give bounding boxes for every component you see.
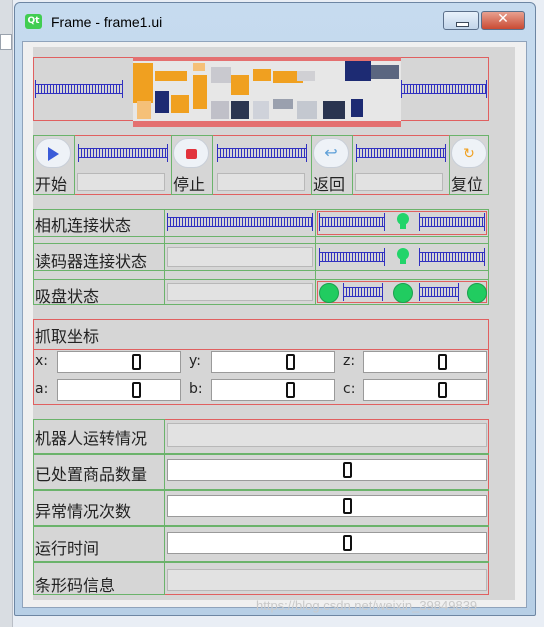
reader-status-label: 读码器连接状态 [35, 252, 148, 271]
play-icon [47, 146, 59, 161]
start-label: 开始 [35, 175, 68, 194]
camera-indicator-right-spacer [419, 213, 485, 231]
reader-indicator-left-spacer [319, 248, 385, 266]
info-row-divider-1 [33, 453, 489, 455]
runtime-display [167, 532, 487, 554]
suction-status-label: 吸盘状态 [35, 287, 100, 306]
reader-status-field [167, 247, 313, 267]
form-panel: ↩ ↻ 开始 停止 返回 复位 相机连接状态 读码器连接状态 吸盘状态 抓取坐标… [33, 47, 515, 600]
start-button[interactable] [35, 138, 71, 168]
error-count-label: 异常情况次数 [35, 502, 132, 521]
reset-icon: ↻ [463, 146, 475, 162]
runtime-label: 运行时间 [35, 539, 100, 558]
suction-led-1-icon [319, 283, 339, 303]
info-row-divider-4 [33, 561, 489, 563]
back-button[interactable]: ↩ [313, 138, 349, 168]
processed-count-display [167, 459, 487, 481]
coord-x-display [57, 351, 181, 373]
reader-indicator-right-spacer [419, 248, 485, 266]
main-window: Qt Frame - frame1.ui ✕ ↩ ↻ 开始 停止 返回 复位 相… [14, 2, 536, 616]
camera-status-spacer [167, 213, 313, 231]
barcode-field [167, 569, 487, 591]
back-status-field [355, 173, 443, 191]
window-title: Frame - frame1.ui [51, 14, 163, 30]
close-icon: ✕ [497, 11, 509, 27]
camera-indicator-left-spacer [319, 213, 385, 231]
robot-status-label: 机器人运转情况 [35, 429, 148, 448]
coord-c-display [363, 379, 487, 401]
suction-led-2-icon [393, 283, 413, 303]
header-image [133, 57, 401, 127]
header-left-spacer [35, 80, 123, 98]
start-stop-spacer [78, 144, 168, 162]
back-label: 返回 [313, 175, 346, 194]
suction-spacer-2 [419, 283, 459, 301]
coord-x-label: x: [35, 353, 49, 369]
suction-status-field [167, 283, 313, 301]
reset-button[interactable]: ↻ [451, 138, 487, 168]
info-row-divider-2 [33, 489, 489, 491]
stop-back-spacer [217, 144, 307, 162]
robot-status-field [167, 423, 487, 447]
coord-y-label: y: [189, 353, 201, 369]
coord-a-label: a: [35, 381, 49, 397]
client-area: ↩ ↻ 开始 停止 返回 复位 相机连接状态 读码器连接状态 吸盘状态 抓取坐标… [22, 41, 527, 608]
title-bar[interactable]: Qt Frame - frame1.ui ✕ [15, 3, 535, 41]
watermark: https://blog.csdn.net/weixin_39849839 [256, 598, 478, 613]
qt-logo-icon: Qt [25, 14, 42, 29]
camera-status-label: 相机连接状态 [35, 216, 132, 235]
start-status-field [77, 173, 165, 191]
coord-z-display [363, 351, 487, 373]
background-checkbox [0, 34, 12, 50]
stop-button[interactable] [173, 138, 209, 168]
close-button[interactable]: ✕ [481, 11, 525, 30]
camera-status-bulb-icon [395, 213, 411, 231]
coord-y-display [211, 351, 335, 373]
suction-spacer-1 [343, 283, 383, 301]
coord-c-label: c: [343, 381, 356, 397]
back-reset-spacer [356, 144, 446, 162]
reset-label: 复位 [451, 175, 484, 194]
coord-b-label: b: [189, 381, 203, 397]
background-window-strip [0, 0, 13, 627]
coords-title: 抓取坐标 [35, 327, 100, 346]
error-count-display [167, 495, 487, 517]
coord-z-label: z: [343, 353, 356, 369]
stop-label: 停止 [173, 175, 206, 194]
back-arrow-icon: ↩ [324, 143, 338, 162]
stop-status-field [217, 173, 305, 191]
suction-led-3-icon [467, 283, 487, 303]
minimize-button[interactable] [443, 11, 479, 30]
header-right-spacer [401, 80, 487, 98]
barcode-label: 条形码信息 [35, 576, 116, 595]
stop-icon [185, 148, 197, 159]
coord-a-display [57, 379, 181, 401]
reader-status-bulb-icon [395, 248, 411, 266]
info-row-divider-3 [33, 525, 489, 527]
coord-b-display [211, 379, 335, 401]
processed-count-label: 已处置商品数量 [35, 465, 148, 484]
